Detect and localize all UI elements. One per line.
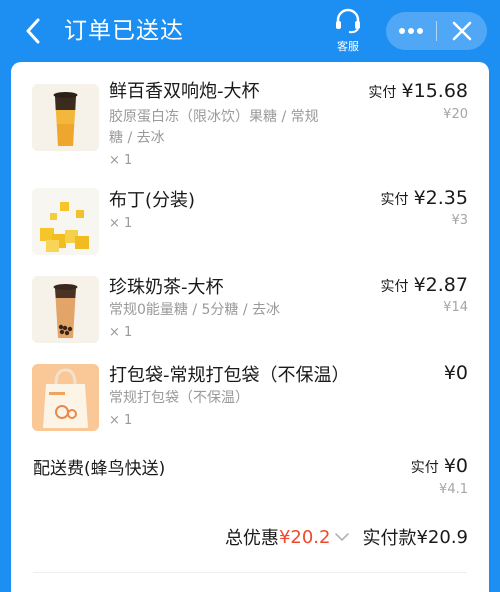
paid-value: ¥0 [443,362,468,384]
item-name: 打包袋-常规打包袋（不保温） [109,365,350,386]
back-button[interactable] [18,13,48,49]
item-spec-continued: 糖 / 去冰 [109,130,165,146]
item-paid-price: 实付 ¥2.87 [381,274,469,296]
order-detail-card: 鲜百香双响炮-大杯 胶原蛋白冻（限冰饮）果糖 / 常规 糖 / 去冰 × 1 实… [11,62,489,592]
paid-value: ¥2.87 [413,274,468,296]
close-button[interactable] [437,12,487,50]
delivery-paid-price: 实付 ¥0 [411,455,468,477]
page-title: 订单已送达 [64,18,184,44]
more-button[interactable] [386,12,436,50]
product-thumbnail [32,364,99,431]
product-thumbnail [32,188,99,255]
item-spec: 常规打包袋（不保温） [109,390,249,406]
item-quantity: × 1 [109,216,133,231]
item-original-price: ¥3 [451,213,468,228]
item-quantity: × 1 [109,413,133,428]
capsule-menu [386,12,487,50]
paid-label: 实付 [380,192,409,208]
total-paid-label: 实付款 [362,528,417,549]
item-spec: 胶原蛋白冻（限冰饮）果糖 / 常规 [109,109,319,125]
top-bar: 订单已送达 客服 [0,0,500,62]
total-paid-value: ¥20.9 [416,526,468,548]
product-thumbnail [32,276,99,343]
item-spec: 常规0能量糖 / 5分糖 / 去冰 [109,302,281,318]
paid-label: 实付 [368,85,397,101]
product-thumbnail [32,84,99,151]
passion-fruit-drink-image [32,84,99,151]
item-original-price: ¥20 [443,107,468,122]
pearl-milk-tea-image [32,276,99,343]
paid-value: ¥15.68 [401,80,468,102]
discount-label: 总优惠 [224,528,279,549]
item-name: 珍珠奶茶-大杯 [109,277,224,298]
item-paid-price: 实付 ¥15.68 [368,80,468,102]
more-dots-icon [399,28,423,34]
item-quantity: × 1 [109,325,133,340]
close-icon [452,21,472,41]
item-name: 布丁(分装) [109,190,196,211]
paid-label: 实付 [380,279,409,295]
chevron-down-icon [335,533,350,541]
item-original-price: ¥14 [443,300,468,315]
paid-label: 实付 [410,460,439,476]
customer-service-label: 客服 [337,40,359,53]
item-paid-price: 实付 ¥2.35 [381,187,469,209]
item-name: 鲜百香双响炮-大杯 [109,81,260,102]
headset-icon [336,8,360,34]
discount-value: ¥20.2 [278,526,331,548]
packing-bag-image [32,364,99,431]
pudding-cubes-image [32,188,99,255]
customer-service-button[interactable]: 客服 [330,8,366,54]
item-paid-price: ¥0 [444,362,468,384]
discount-details-toggle[interactable] [334,532,350,542]
chevron-left-icon [26,18,40,44]
delivery-original-price: ¥4.1 [439,482,468,497]
delivery-fee-label: 配送费(蜂鸟快送) [33,459,166,479]
paid-value: ¥0 [443,455,468,477]
divider [33,572,467,573]
paid-value: ¥2.35 [413,187,468,209]
item-quantity: × 1 [109,153,133,168]
order-summary: 总优惠 ¥20.2 实付款 ¥20.9 [225,524,468,550]
